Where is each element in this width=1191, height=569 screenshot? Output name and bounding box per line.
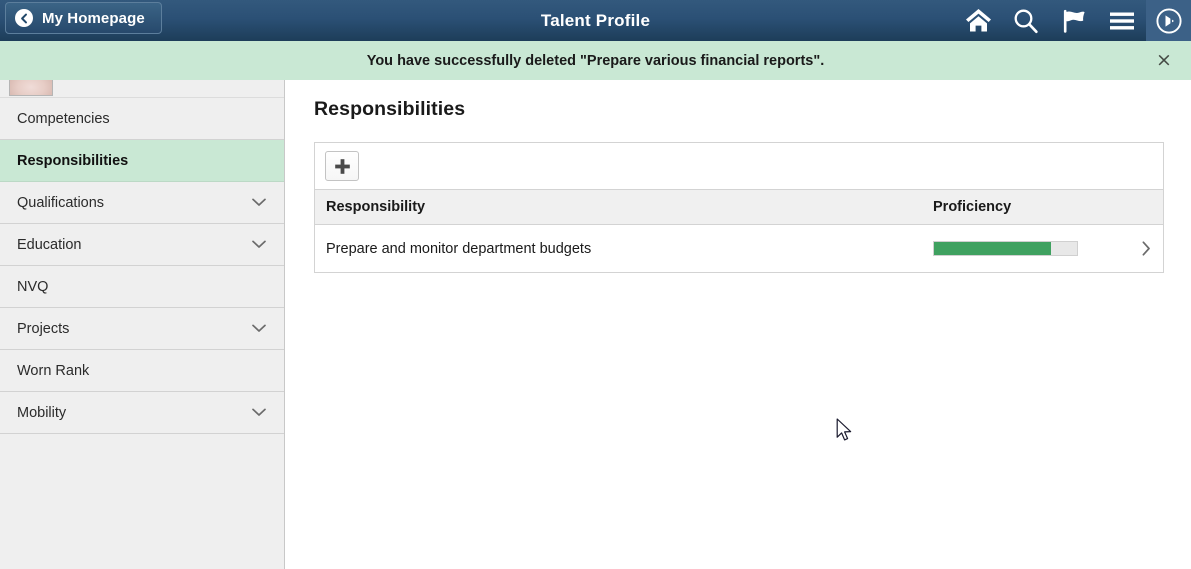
- column-header-responsibility: Responsibility: [326, 199, 426, 215]
- sidebar-item-worn-rank[interactable]: Worn Rank: [0, 350, 284, 392]
- sidebar-nav-list: Competencies Responsibilities Qualificat…: [0, 98, 284, 434]
- table-row[interactable]: Prepare and monitor department budgets: [315, 225, 1163, 272]
- page-title: Responsibilities: [314, 98, 466, 120]
- add-responsibility-button[interactable]: [325, 151, 359, 181]
- chevron-left-icon: [15, 9, 33, 27]
- cell-responsibility: Prepare and monitor department budgets: [326, 240, 592, 257]
- flag-icon[interactable]: [1050, 0, 1098, 41]
- notification-message: You have successfully deleted "Prepare v…: [366, 52, 825, 69]
- search-icon[interactable]: [1002, 0, 1050, 41]
- sidebar-item-responsibilities[interactable]: Responsibilities: [0, 140, 284, 182]
- avatar-strip: [0, 80, 284, 98]
- page-body: Competencies Responsibilities Qualificat…: [0, 80, 1191, 569]
- sidebar-item-competencies[interactable]: Competencies: [0, 98, 284, 140]
- app-header: My Homepage Talent Profile: [0, 0, 1191, 41]
- panel-toolbar: [315, 143, 1163, 190]
- chevron-down-icon: [252, 238, 266, 252]
- mouse-cursor: [836, 418, 854, 448]
- avatar-photo: [10, 80, 52, 95]
- chevron-down-icon: [252, 406, 266, 420]
- sidebar-item-mobility[interactable]: Mobility: [0, 392, 284, 434]
- sidebar-item-label: Responsibilities: [17, 152, 129, 169]
- success-notification-bar: You have successfully deleted "Prepare v…: [0, 41, 1191, 80]
- sidebar-item-label: Competencies: [17, 110, 110, 127]
- sidebar-item-label: Worn Rank: [17, 362, 90, 379]
- sidebar-item-label: Qualifications: [17, 194, 105, 211]
- column-header-proficiency: Proficiency: [933, 199, 1012, 215]
- main-content: Responsibilities Responsibility Proficie…: [285, 80, 1191, 569]
- chevron-down-icon: [252, 196, 266, 210]
- home-icon[interactable]: [954, 0, 1002, 41]
- proficiency-progress-fill: [934, 242, 1052, 255]
- grid-header-row: Responsibility Proficiency: [315, 190, 1163, 225]
- proficiency-progress-bar: [933, 241, 1078, 256]
- cell-proficiency: [933, 241, 1163, 257]
- header-icon-group: [954, 0, 1191, 41]
- sidebar-item-education[interactable]: Education: [0, 224, 284, 266]
- sidebar-item-label: Projects: [17, 320, 70, 337]
- chevron-down-icon: [252, 322, 266, 336]
- navigator-compass-icon[interactable]: [1146, 0, 1191, 41]
- hamburger-menu-icon[interactable]: [1098, 0, 1146, 41]
- sidebar-item-projects[interactable]: Projects: [0, 308, 284, 350]
- back-to-homepage-button[interactable]: My Homepage: [5, 2, 162, 34]
- responsibilities-panel: Responsibility Proficiency Prepare and m…: [314, 142, 1164, 273]
- sidebar-item-qualifications[interactable]: Qualifications: [0, 182, 284, 224]
- avatar[interactable]: [9, 80, 53, 96]
- sidebar-item-label: Education: [17, 236, 82, 253]
- chevron-right-icon[interactable]: [1138, 241, 1154, 257]
- back-button-label: My Homepage: [42, 9, 145, 27]
- sidebar-item-label: Mobility: [17, 404, 67, 421]
- close-icon[interactable]: ×: [1151, 48, 1177, 74]
- plus-icon: [334, 158, 350, 174]
- sidebar: Competencies Responsibilities Qualificat…: [0, 80, 285, 569]
- sidebar-item-nvq[interactable]: NVQ: [0, 266, 284, 308]
- sidebar-item-label: NVQ: [17, 278, 49, 295]
